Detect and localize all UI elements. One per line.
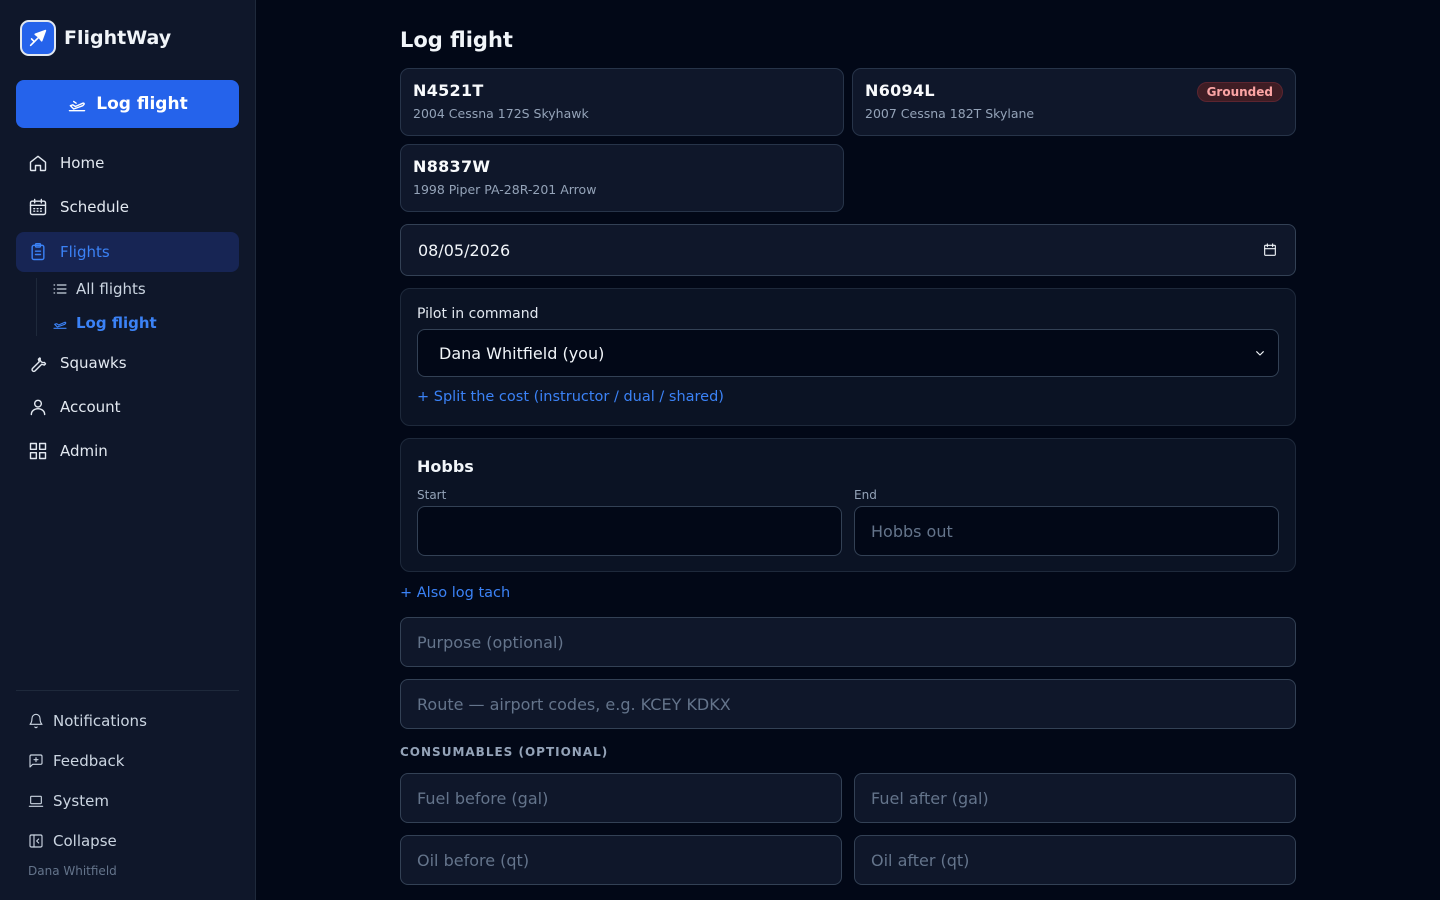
brand-name: FlightWay xyxy=(64,27,172,49)
flight-date-input[interactable]: 08/05/2026 xyxy=(400,224,1296,276)
calendar-icon[interactable] xyxy=(1262,242,1278,258)
sidebar-divider xyxy=(16,690,239,691)
clipboard-icon xyxy=(31,242,45,261)
sub-nav-rail xyxy=(36,278,37,336)
nav-squawks[interactable]: Squawks xyxy=(16,343,239,383)
sub-nav-all-flights[interactable]: All flights xyxy=(52,276,146,302)
hobbs-end-label: End xyxy=(854,488,877,502)
fuel-after-placeholder: Fuel after (gal) xyxy=(871,788,989,808)
oil-after-placeholder: Oil after (qt) xyxy=(871,850,970,870)
nav-schedule-label: Schedule xyxy=(60,198,129,216)
sub-nav-all-flights-label: All flights xyxy=(76,280,146,298)
grid-icon xyxy=(29,442,47,460)
user-name: Dana Whitfield xyxy=(28,864,117,878)
hobbs-end-input[interactable]: Hobbs out xyxy=(854,506,1279,556)
hobbs-start-label: Start xyxy=(417,488,447,502)
nav-flights-label: Flights xyxy=(60,243,110,261)
route-placeholder: Route — airport codes, e.g. KCEY KDKX xyxy=(417,694,731,714)
list-icon xyxy=(53,284,67,294)
page-title: Log flight xyxy=(400,28,513,52)
log-tach-link[interactable]: + Also log tach xyxy=(400,585,510,601)
oil-after-input[interactable]: Oil after (qt) xyxy=(854,835,1296,885)
footer-system[interactable]: System xyxy=(28,787,109,815)
grounded-badge: Grounded xyxy=(1196,82,1283,102)
aircraft-tail: N4521T xyxy=(413,81,484,100)
nav-squawks-label: Squawks xyxy=(60,354,127,372)
footer-notifications[interactable]: Notifications xyxy=(28,707,147,735)
pilot-panel: Pilot in command Dana Whitfield (you) + … xyxy=(400,288,1296,426)
bell-icon xyxy=(29,713,43,729)
purpose-input[interactable]: Purpose (optional) xyxy=(400,617,1296,667)
pic-label: Pilot in command xyxy=(417,306,539,322)
message-plus-icon xyxy=(29,754,43,768)
sidebar-collapse-icon xyxy=(29,834,43,848)
route-input[interactable]: Route — airport codes, e.g. KCEY KDKX xyxy=(400,679,1296,729)
consumables-heading: CONSUMABLES (OPTIONAL) xyxy=(400,745,609,759)
brand[interactable]: FlightWay xyxy=(20,20,171,56)
aircraft-card-n4521t[interactable]: N4521T 2004 Cessna 172S Skyhawk xyxy=(400,68,844,136)
aircraft-card-n8837w[interactable]: N8837W 1998 Piper PA-28R-201 Arrow xyxy=(400,144,844,212)
aircraft-tail: N8837W xyxy=(413,157,491,176)
log-flight-button-label: Log flight xyxy=(96,94,188,114)
sub-nav-log-flight[interactable]: Log flight xyxy=(52,310,157,336)
sub-nav-log-flight-label: Log flight xyxy=(76,314,157,332)
nav-schedule[interactable]: Schedule xyxy=(16,187,239,227)
hobbs-title: Hobbs xyxy=(417,457,474,476)
aircraft-card-n6094l[interactable]: N6094L 2007 Cessna 182T Skylane Grounded xyxy=(852,68,1296,136)
plane-takeoff-icon xyxy=(53,321,67,329)
aircraft-model: 2004 Cessna 172S Skyhawk xyxy=(413,106,589,121)
flight-date-value: 08/05/2026 xyxy=(418,240,511,260)
user-icon xyxy=(30,399,46,416)
footer-collapse-label: Collapse xyxy=(53,832,117,850)
fuel-after-input[interactable]: Fuel after (gal) xyxy=(854,773,1296,823)
footer-feedback[interactable]: Feedback xyxy=(28,747,124,775)
hobbs-start-input[interactable] xyxy=(417,506,842,556)
nav-admin-label: Admin xyxy=(60,442,108,460)
sidebar: FlightWay Log flight Home Schedule Fligh… xyxy=(0,0,256,900)
nav-home[interactable]: Home xyxy=(16,143,239,183)
footer-notifications-label: Notifications xyxy=(53,712,147,730)
nav-admin[interactable]: Admin xyxy=(16,431,239,471)
fuel-before-input[interactable]: Fuel before (gal) xyxy=(400,773,842,823)
pic-select[interactable]: Dana Whitfield (you) xyxy=(417,329,1279,377)
purpose-placeholder: Purpose (optional) xyxy=(417,632,564,652)
fuel-before-placeholder: Fuel before (gal) xyxy=(417,788,549,808)
nav-account-label: Account xyxy=(60,398,121,416)
nav-home-label: Home xyxy=(60,154,105,172)
plane-logo-icon xyxy=(20,20,56,56)
home-icon xyxy=(29,155,47,172)
oil-before-placeholder: Oil before (qt) xyxy=(417,850,530,870)
pic-selected-value: Dana Whitfield (you) xyxy=(439,343,605,363)
hobbs-panel: Hobbs Start End Hobbs out xyxy=(400,438,1296,572)
log-flight-button[interactable]: Log flight xyxy=(16,80,239,128)
calendar-icon xyxy=(29,198,47,216)
laptop-icon xyxy=(28,795,44,807)
footer-feedback-label: Feedback xyxy=(53,752,125,770)
aircraft-model: 2007 Cessna 182T Skylane xyxy=(865,106,1035,121)
oil-before-input[interactable]: Oil before (qt) xyxy=(400,835,842,885)
nav-account[interactable]: Account xyxy=(16,387,239,427)
split-cost-link[interactable]: + Split the cost (instructor / dual / sh… xyxy=(417,389,724,405)
wrench-icon xyxy=(31,357,47,373)
footer-collapse[interactable]: Collapse xyxy=(28,827,117,855)
nav-flights[interactable]: Flights xyxy=(16,232,239,272)
aircraft-model: 1998 Piper PA-28R-201 Arrow xyxy=(413,182,597,197)
footer-system-label: System xyxy=(53,792,109,810)
plane-takeoff-icon xyxy=(69,100,86,112)
hobbs-end-placeholder: Hobbs out xyxy=(871,521,953,541)
chevron-down-icon xyxy=(1256,351,1264,356)
